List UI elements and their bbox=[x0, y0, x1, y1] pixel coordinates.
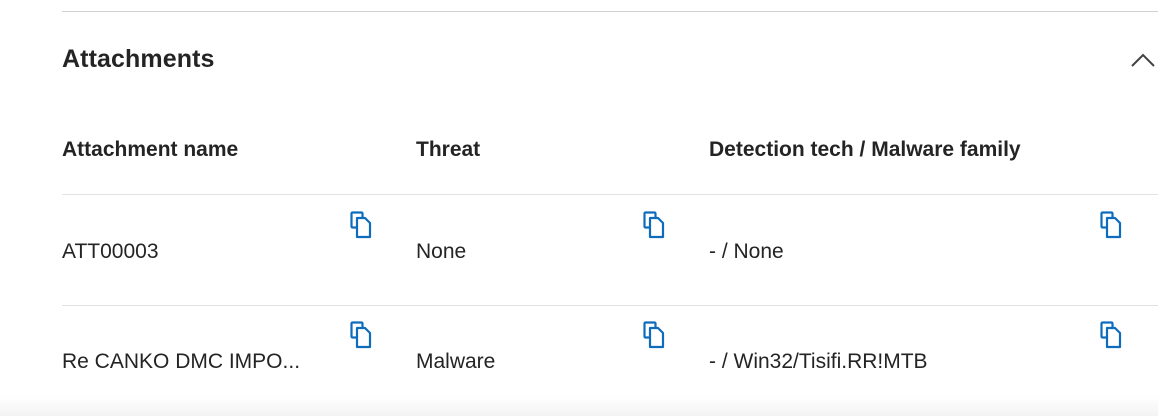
copy-detection-tech-button[interactable] bbox=[1100, 211, 1122, 239]
cell-detection-tech: - / None bbox=[709, 240, 784, 263]
copy-icon bbox=[1100, 321, 1122, 349]
copy-icon bbox=[643, 321, 665, 349]
copy-attachment-name-button[interactable] bbox=[350, 321, 372, 349]
copy-attachment-name-button[interactable] bbox=[350, 211, 372, 239]
cell-attachment-name: Re CANKO DMC IMPO... bbox=[62, 350, 301, 373]
copy-detection-tech-button[interactable] bbox=[1100, 321, 1122, 349]
header-divider bbox=[62, 194, 1158, 195]
column-header-attachment-name: Attachment name bbox=[62, 138, 239, 161]
column-header-detection-tech: Detection tech / Malware family bbox=[709, 138, 1021, 161]
copy-icon bbox=[350, 211, 372, 239]
copy-threat-button[interactable] bbox=[643, 211, 665, 239]
row-divider bbox=[62, 305, 1158, 306]
copy-icon bbox=[350, 321, 372, 349]
section-title: Attachments bbox=[62, 45, 215, 73]
copy-icon bbox=[643, 211, 665, 239]
cell-detection-tech: - / Win32/Tisifi.RR!MTB bbox=[709, 350, 928, 373]
copy-threat-button[interactable] bbox=[643, 321, 665, 349]
chevron-up-icon bbox=[1131, 53, 1155, 67]
cell-threat: None bbox=[416, 240, 467, 263]
cell-threat: Malware bbox=[416, 350, 496, 373]
section-top-divider bbox=[62, 11, 1158, 12]
cell-attachment-name: ATT00003 bbox=[62, 240, 159, 263]
collapse-section-button[interactable] bbox=[1128, 48, 1158, 72]
column-header-threat: Threat bbox=[416, 138, 481, 161]
copy-icon bbox=[1100, 211, 1122, 239]
bottom-fade bbox=[0, 396, 1158, 416]
